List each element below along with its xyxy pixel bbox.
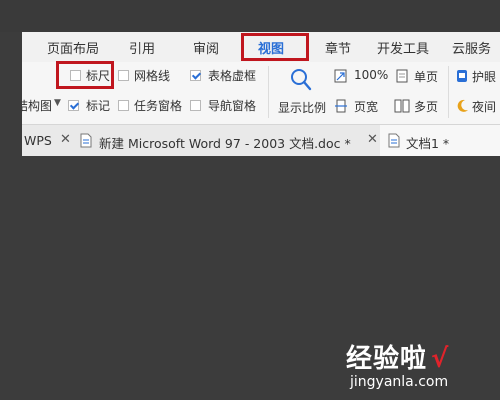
close-icon[interactable]: ✕ bbox=[60, 132, 71, 147]
tab-references[interactable]: 引用 bbox=[129, 38, 155, 57]
marks-label[interactable]: 标记 bbox=[86, 97, 110, 114]
zoom-100-label[interactable]: 100% bbox=[354, 68, 388, 82]
magnifier-icon[interactable] bbox=[290, 68, 312, 96]
outline-label[interactable]: 结构图 bbox=[22, 97, 52, 114]
eye-protect-icon[interactable] bbox=[456, 68, 468, 87]
chevron-down-icon[interactable]: ▼ bbox=[54, 98, 61, 108]
doc-tab-word-97[interactable]: 新建 Microsoft Word 97 - 2003 文档.doc * bbox=[99, 133, 351, 152]
tab-review[interactable]: 审阅 bbox=[193, 38, 219, 57]
zoom-100-icon[interactable] bbox=[334, 68, 348, 87]
eye-protect-label[interactable]: 护眼 bbox=[472, 68, 496, 85]
highlight-view-tab bbox=[241, 33, 309, 61]
word-doc-icon bbox=[80, 133, 92, 152]
zoom-label[interactable]: 显示比例 bbox=[278, 99, 326, 116]
document-tab-bar: WPS ✕ 新建 Microsoft Word 97 - 2003 文档.doc… bbox=[22, 124, 500, 156]
night-mode-icon[interactable] bbox=[456, 98, 469, 117]
marks-checkbox[interactable] bbox=[68, 100, 79, 111]
watermark-url: jingyanla.com bbox=[350, 374, 449, 390]
tab-developer[interactable]: 开发工具 bbox=[377, 38, 429, 57]
table-gridlines-label[interactable]: 表格虚框 bbox=[208, 67, 256, 84]
single-page-icon[interactable] bbox=[396, 68, 408, 87]
multi-page-label[interactable]: 多页 bbox=[414, 98, 438, 115]
table-gridlines-checkbox[interactable] bbox=[190, 70, 201, 81]
watermark-title: 经验啦 √ bbox=[346, 344, 450, 374]
highlight-ruler bbox=[56, 61, 114, 89]
group-separator bbox=[268, 66, 269, 118]
task-pane-checkbox[interactable] bbox=[118, 100, 129, 111]
task-pane-label[interactable]: 任务窗格 bbox=[134, 97, 182, 114]
window-top-strip bbox=[0, 0, 500, 32]
doc-tab-document1[interactable]: 文档1 * bbox=[406, 133, 449, 152]
close-icon[interactable]: ✕ bbox=[367, 132, 378, 147]
word-doc-icon bbox=[388, 133, 400, 152]
tab-page-layout[interactable]: 页面布局 bbox=[47, 38, 99, 57]
night-mode-label[interactable]: 夜间 bbox=[472, 98, 496, 115]
tab-cloud-service[interactable]: 云服务 bbox=[452, 38, 491, 57]
tab-chapter[interactable]: 章节 bbox=[325, 38, 351, 57]
nav-pane-checkbox[interactable] bbox=[190, 100, 201, 111]
doc-tab-wps[interactable]: WPS bbox=[24, 133, 52, 148]
group-separator-2 bbox=[448, 66, 449, 118]
nav-pane-label[interactable]: 导航窗格 bbox=[208, 97, 256, 114]
multi-page-icon[interactable] bbox=[394, 98, 410, 117]
page-width-label[interactable]: 页宽 bbox=[354, 98, 378, 115]
gridlines-label[interactable]: 网格线 bbox=[134, 67, 170, 84]
single-page-label[interactable]: 单页 bbox=[414, 68, 438, 85]
page-width-icon[interactable] bbox=[334, 98, 348, 117]
gridlines-checkbox[interactable] bbox=[118, 70, 129, 81]
